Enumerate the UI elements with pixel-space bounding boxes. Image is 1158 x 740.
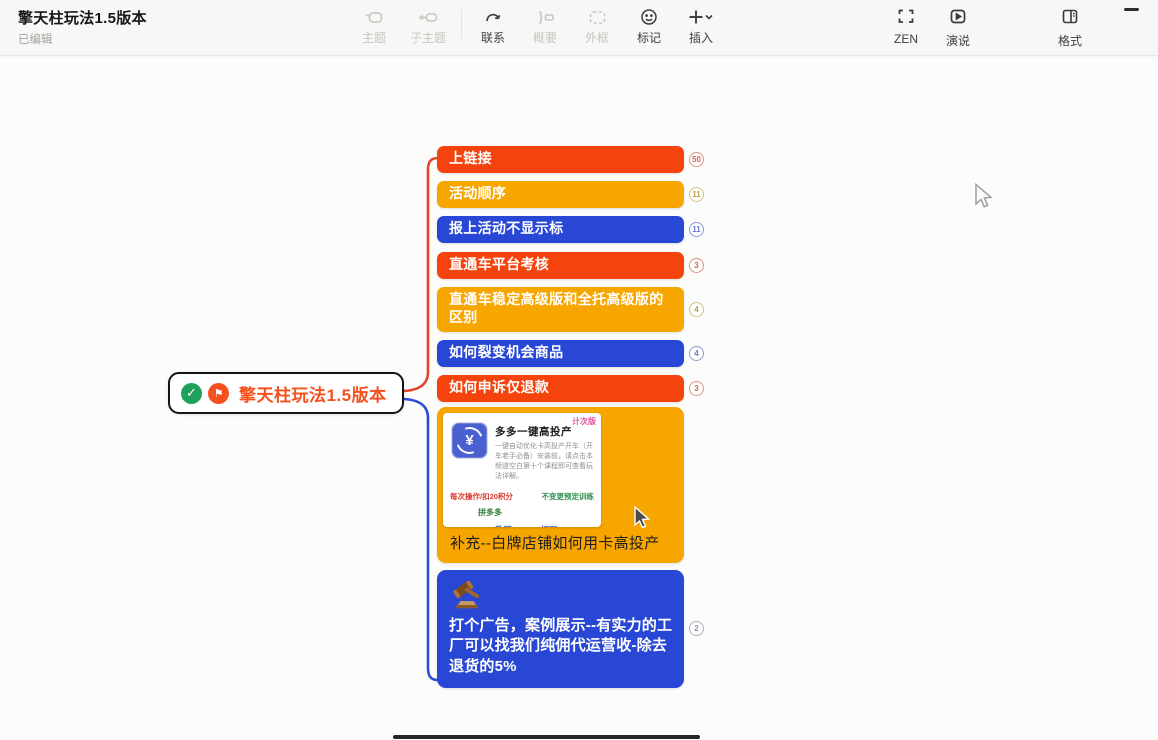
tutorial-button[interactable]: ⌂教程 xyxy=(487,524,512,527)
image-card-caption: 补充--白牌店铺如何用卡高投产 xyxy=(450,532,660,553)
embedded-cursor-icon xyxy=(633,506,652,530)
play-present-icon xyxy=(948,7,968,30)
embed-cost-note: 每次操作/扣20积分 xyxy=(450,491,513,502)
embed-buttons-row: ⌂教程 ⌂打开 xyxy=(443,524,601,527)
yuan-refresh-icon: ¥ xyxy=(451,422,488,459)
subtopic-label: 子主题 xyxy=(410,29,446,46)
topic-button[interactable]: 主题 xyxy=(348,4,400,46)
ad-card-text: 打个广告，案例展示--有实力的工厂可以找我们纯佣代运营收-除去退货的5% xyxy=(449,616,675,677)
document-title: 擎天柱玩法1.5版本 xyxy=(18,7,147,28)
home-icon: ⌂ xyxy=(532,525,537,527)
bottom-progress-strip xyxy=(393,735,700,739)
child-topic-row: 报上活动不显示标 11 xyxy=(437,216,704,243)
embed-green-note: 不变更预定训练 xyxy=(542,491,595,502)
format-panel-icon xyxy=(1060,7,1080,30)
boundary-label: 外框 xyxy=(585,29,609,46)
child-topic-label: 直通车稳定高级版和全托高级版的区别 xyxy=(449,291,664,325)
present-label: 演说 xyxy=(946,32,970,49)
child-topic-label: 如何申诉仅退款 xyxy=(449,379,549,395)
marker-label: 标记 xyxy=(637,29,661,46)
insert-label: 插入 xyxy=(689,29,713,46)
summary-button[interactable]: 概要 xyxy=(519,4,571,46)
child-topic-label: 如何裂变机会商品 xyxy=(449,344,563,360)
toolbar-right: ZEN 演说 格式 xyxy=(884,4,1092,49)
plus-insert-icon xyxy=(688,7,714,27)
check-icon: ✓ xyxy=(181,383,202,404)
subtopic-button[interactable]: 子主题 xyxy=(400,4,456,46)
marker-button[interactable]: 标记 xyxy=(623,4,675,46)
child-topic[interactable]: 直通车稳定高级版和全托高级版的区别 xyxy=(437,287,684,332)
present-button[interactable]: 演说 xyxy=(936,4,980,49)
toolbar: 擎天柱玩法1.5版本 已编辑 主题 子主题 联系 xyxy=(0,0,1158,56)
child-topic[interactable]: 如何裂变机会商品 xyxy=(437,340,684,367)
notes-count-badge[interactable]: 11 xyxy=(689,222,704,237)
toolbar-center: 主题 子主题 联系 概要 xyxy=(348,4,727,46)
relationship-label: 联系 xyxy=(481,29,505,46)
child-topic-row: 如何申诉仅退款 3 xyxy=(437,375,704,402)
mindmap-app: 擎天柱玩法1.5版本 已编辑 主题 子主题 联系 xyxy=(0,0,1158,740)
summary-icon xyxy=(535,7,555,27)
child-topic-label: 活动顺序 xyxy=(449,185,506,201)
home-icon: ⌂ xyxy=(487,525,492,527)
format-label: 格式 xyxy=(1058,32,1082,49)
subtopic-icon xyxy=(418,7,438,27)
child-topic-row: 直通车稳定高级版和全托高级版的区别 4 xyxy=(437,287,704,332)
child-topic[interactable]: 报上活动不显示标 xyxy=(437,216,684,243)
toolbar-divider xyxy=(461,9,462,39)
topic-label: 主题 xyxy=(362,29,386,46)
root-topic[interactable]: ✓ ⚑ 擎天柱玩法1.5版本 xyxy=(168,372,404,414)
embedded-screenshot: 计次版 ¥ 多多一键高投产 一键自动优化卡高投产开车（开车老手必备）安装前，请点… xyxy=(443,413,601,527)
child-topic-label: 上链接 xyxy=(449,150,492,166)
relationship-icon xyxy=(483,7,503,27)
mouse-cursor xyxy=(973,183,995,211)
child-topic[interactable]: 上链接 xyxy=(437,146,684,173)
relationship-button[interactable]: 联系 xyxy=(467,4,519,46)
embed-platform-label: 拼多多 xyxy=(478,507,601,518)
child-topic-label: 直通车平台考核 xyxy=(449,256,549,272)
zen-button[interactable]: ZEN xyxy=(884,4,928,49)
notes-count-badge[interactable]: 3 xyxy=(689,381,704,396)
summary-label: 概要 xyxy=(533,29,557,46)
child-topic-label: 报上活动不显示标 xyxy=(449,220,563,236)
embed-notes-row: 每次操作/扣20积分 不变更预定训练 xyxy=(443,491,601,502)
notes-count-badge[interactable]: 4 xyxy=(689,346,704,361)
insert-button[interactable]: 插入 xyxy=(675,4,727,46)
notes-count-badge[interactable]: 4 xyxy=(689,302,704,317)
child-topic-row: 活动顺序 11 xyxy=(437,181,704,208)
topic-icon xyxy=(364,7,384,27)
gavel-icon xyxy=(450,579,488,611)
mindmap-canvas[interactable]: ✓ ⚑ 擎天柱玩法1.5版本 上链接 50 活动顺序 11 报上活动不显 xyxy=(0,56,1158,740)
embed-version-tag: 计次版 xyxy=(572,416,596,427)
image-card[interactable]: 计次版 ¥ 多多一键高投产 一键自动优化卡高投产开车（开车老手必备）安装前，请点… xyxy=(437,407,684,563)
child-topic-row: 上链接 50 xyxy=(437,146,704,173)
smiley-marker-icon xyxy=(639,7,659,27)
child-topic[interactable]: 直通车平台考核 xyxy=(437,252,684,279)
zen-label: ZEN xyxy=(894,32,918,46)
format-button[interactable]: 格式 xyxy=(1048,4,1092,49)
ad-card[interactable]: 打个广告，案例展示--有实力的工厂可以找我们纯佣代运营收-除去退货的5% 2 xyxy=(437,570,684,688)
child-topic[interactable]: 如何申诉仅退款 xyxy=(437,375,684,402)
root-topic-label: 擎天柱玩法1.5版本 xyxy=(239,381,387,406)
child-topic[interactable]: 活动顺序 xyxy=(437,181,684,208)
notes-count-badge[interactable]: 11 xyxy=(689,187,704,202)
notes-count-badge[interactable]: 3 xyxy=(689,258,704,273)
child-topic-row: 如何裂变机会商品 4 xyxy=(437,340,704,367)
notes-count-badge[interactable]: 50 xyxy=(689,152,704,167)
notes-count-badge[interactable]: 2 xyxy=(689,621,704,636)
window-minimize-dash[interactable] xyxy=(1124,8,1139,11)
open-button[interactable]: ⌂打开 xyxy=(532,524,557,527)
flag-icon: ⚑ xyxy=(208,383,229,404)
document-status: 已编辑 xyxy=(18,31,147,47)
zen-brackets-icon xyxy=(896,7,916,30)
child-topic-row: 直通车平台考核 3 xyxy=(437,252,704,279)
embed-app-description: 一键自动优化卡高投产开车（开车老手必备）安装前，请点击本频道空白第十个课程即可查… xyxy=(495,442,595,483)
embed-body: 多多一键高投产 一键自动优化卡高投产开车（开车老手必备）安装前，请点击本频道空白… xyxy=(495,422,595,483)
document-info: 擎天柱玩法1.5版本 已编辑 xyxy=(18,7,147,47)
boundary-button[interactable]: 外框 xyxy=(571,4,623,46)
boundary-icon xyxy=(587,7,607,27)
